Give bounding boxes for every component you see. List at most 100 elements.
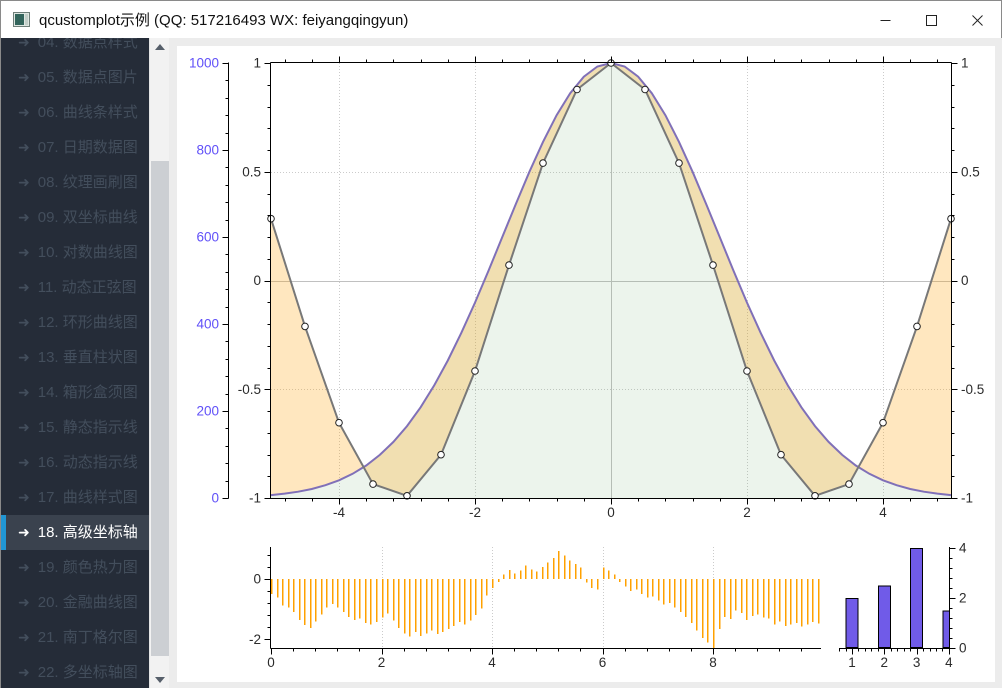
svg-text:2: 2	[743, 505, 751, 520]
arrow-icon: ➜	[18, 279, 30, 295]
svg-text:4: 4	[959, 541, 967, 556]
arrow-icon: ➜	[18, 244, 30, 260]
sidebar-item-14[interactable]: ➜14. 箱形盒须图	[1, 375, 149, 410]
sub-axis-labels: 024680-2	[249, 572, 717, 671]
sidebar-item-08[interactable]: ➜08. 纹理画刷图	[1, 165, 149, 200]
arrow-icon: ➜	[18, 629, 30, 645]
sidebar-item-22[interactable]: ➜ 22. 多坐标轴图	[1, 655, 149, 688]
sidebar-item-label: 19. 颜色热力图	[38, 559, 138, 576]
sidebar-item-18[interactable]: ➜ 18. 高级坐标轴	[1, 515, 149, 550]
sidebar-item-label: 06. 曲线条样式	[38, 104, 138, 121]
sidebar-item-09[interactable]: ➜ 09. 双坐标曲线	[1, 200, 149, 235]
svg-text:-0.5: -0.5	[961, 382, 984, 397]
main-fills	[271, 63, 951, 498]
qcustomplot-widget[interactable]: -4 -2 0 2 4 -1 -0.5 0 0.5 1 -1 -0.5 0 0.5 1 0 200 400 600 8…	[177, 46, 995, 682]
svg-text:400: 400	[196, 317, 219, 332]
sidebar-menu: ➜04. 数据点样式➜05. 数据点图片➜06. 曲线条样式➜07. 日期数据图…	[1, 38, 149, 688]
arrow-icon: ➜	[18, 454, 30, 470]
svg-text:-1: -1	[249, 491, 261, 506]
sidebar-item-label: 22. 多坐标轴图	[38, 664, 138, 681]
minimize-button[interactable]	[862, 2, 908, 38]
window-title: qcustomplot示例 (QQ: 517216493 WX: feiyang…	[39, 9, 408, 30]
svg-text:4: 4	[945, 655, 953, 670]
sidebar-item-label: 15. 静态指示线	[38, 419, 138, 436]
sidebar-item-label: 10. 对数曲线图	[38, 244, 138, 261]
scroll-down-button[interactable]	[150, 671, 169, 688]
chevron-up-icon	[155, 44, 165, 50]
sidebar-item-10[interactable]: ➜ 10. 对数曲线图	[1, 235, 149, 270]
svg-text:0: 0	[253, 572, 261, 587]
svg-text:-1: -1	[961, 491, 973, 506]
svg-text:1: 1	[848, 655, 856, 670]
svg-text:6: 6	[599, 655, 607, 670]
sidebar-item-15[interactable]: ➜ 15. 静态指示线	[1, 410, 149, 445]
svg-text:0.5: 0.5	[242, 164, 261, 179]
sidebar-item-label: 17. 曲线样式图	[38, 489, 138, 506]
sidebar-item-label: 09. 双坐标曲线	[38, 209, 138, 226]
sidebar-item-19[interactable]: ➜19. 颜色热力图	[1, 550, 149, 585]
sidebar-item-11[interactable]: ➜11. 动态正弦图	[1, 270, 149, 305]
scroll-up-button[interactable]	[150, 38, 169, 56]
sidebar-item-label: 16. 动态指示线	[38, 454, 138, 471]
title-bar: qcustomplot示例 (QQ: 517216493 WX: feiyang…	[1, 1, 1001, 38]
plot-pane: -4 -2 0 2 4 -1 -0.5 0 0.5 1 -1 -0.5 0 0.5 1 0 200 400 600 8…	[169, 38, 1002, 688]
svg-text:800: 800	[196, 143, 219, 158]
sidebar-item-21[interactable]: ➜21. 南丁格尔图	[1, 620, 149, 655]
svg-text:0.5: 0.5	[961, 164, 980, 179]
arrow-icon: ➜	[18, 524, 30, 540]
maximize-icon	[926, 15, 937, 26]
sidebar-item-17[interactable]: ➜17. 曲线样式图	[1, 480, 149, 515]
sidebar-item-list: ➜04. 数据点样式➜05. 数据点图片➜06. 曲线条样式➜07. 日期数据图…	[1, 38, 149, 688]
svg-text:1: 1	[253, 56, 261, 71]
svg-text:-2: -2	[469, 505, 481, 520]
svg-text:-0.5: -0.5	[238, 382, 261, 397]
arrow-icon: ➜	[18, 69, 30, 85]
sidebar-item-05[interactable]: ➜ 05. 数据点图片	[1, 60, 149, 95]
svg-text:-4: -4	[333, 505, 345, 520]
plot-canvas[interactable]: -4 -2 0 2 4 -1 -0.5 0 0.5 1 -1 -0.5 0 0.5 1 0 200 400 600 8…	[177, 46, 995, 682]
arrow-icon: ➜	[18, 384, 30, 400]
close-icon	[972, 15, 983, 26]
svg-text:0: 0	[607, 505, 615, 520]
sidebar-item-label: 20. 金融曲线图	[38, 594, 138, 611]
sidebar-scrollbar[interactable]	[149, 38, 169, 688]
app-window: qcustomplot示例 (QQ: 517216493 WX: feiyang…	[0, 0, 1002, 688]
sidebar-item-label: 08. 纹理画刷图	[38, 174, 138, 191]
svg-text:0: 0	[961, 273, 969, 288]
arrow-icon: ➜	[18, 209, 30, 225]
series-random-walk	[272, 551, 819, 648]
sidebar-item-label: 18. 高级坐标轴	[38, 524, 138, 541]
svg-text:200: 200	[196, 404, 219, 419]
minimize-icon	[880, 15, 891, 26]
app-icon	[13, 12, 30, 27]
svg-text:2: 2	[881, 655, 889, 670]
sidebar-item-04[interactable]: ➜04. 数据点样式	[1, 38, 149, 60]
sidebar-item-label: 05. 数据点图片	[38, 69, 138, 86]
sidebar-item-16[interactable]: ➜ 16. 动态指示线	[1, 445, 149, 480]
svg-text:8: 8	[709, 655, 717, 670]
svg-text:4: 4	[879, 505, 887, 520]
arrow-icon: ➜	[18, 664, 30, 680]
sidebar-item-label: 04. 数据点样式	[38, 38, 138, 51]
svg-text:3: 3	[913, 655, 921, 670]
sidebar-item-12[interactable]: ➜12. 环形曲线图	[1, 305, 149, 340]
sidebar-item-07[interactable]: ➜07. 日期数据图	[1, 130, 149, 165]
arrow-icon: ➜	[18, 419, 30, 435]
sidebar-item-13[interactable]: ➜13. 垂直柱状图	[1, 340, 149, 375]
svg-text:600: 600	[196, 230, 219, 245]
sidebar-item-20[interactable]: ➜20. 金融曲线图	[1, 585, 149, 620]
close-button[interactable]	[954, 2, 1000, 38]
svg-text:0: 0	[267, 655, 275, 670]
chevron-down-icon	[155, 677, 165, 683]
svg-text:4: 4	[488, 655, 496, 670]
scrollbar-thumb[interactable]	[151, 161, 169, 656]
sidebar-item-label: 13. 垂直柱状图	[38, 349, 138, 366]
svg-text:2: 2	[378, 655, 386, 670]
arrow-icon: ➜	[18, 139, 30, 155]
svg-text:2: 2	[959, 591, 967, 606]
svg-text:0: 0	[959, 641, 967, 656]
window-controls	[862, 2, 1000, 38]
arrow-icon: ➜	[18, 104, 30, 120]
sidebar-item-06[interactable]: ➜ 06. 曲线条样式	[1, 95, 149, 130]
maximize-button[interactable]	[908, 2, 954, 38]
